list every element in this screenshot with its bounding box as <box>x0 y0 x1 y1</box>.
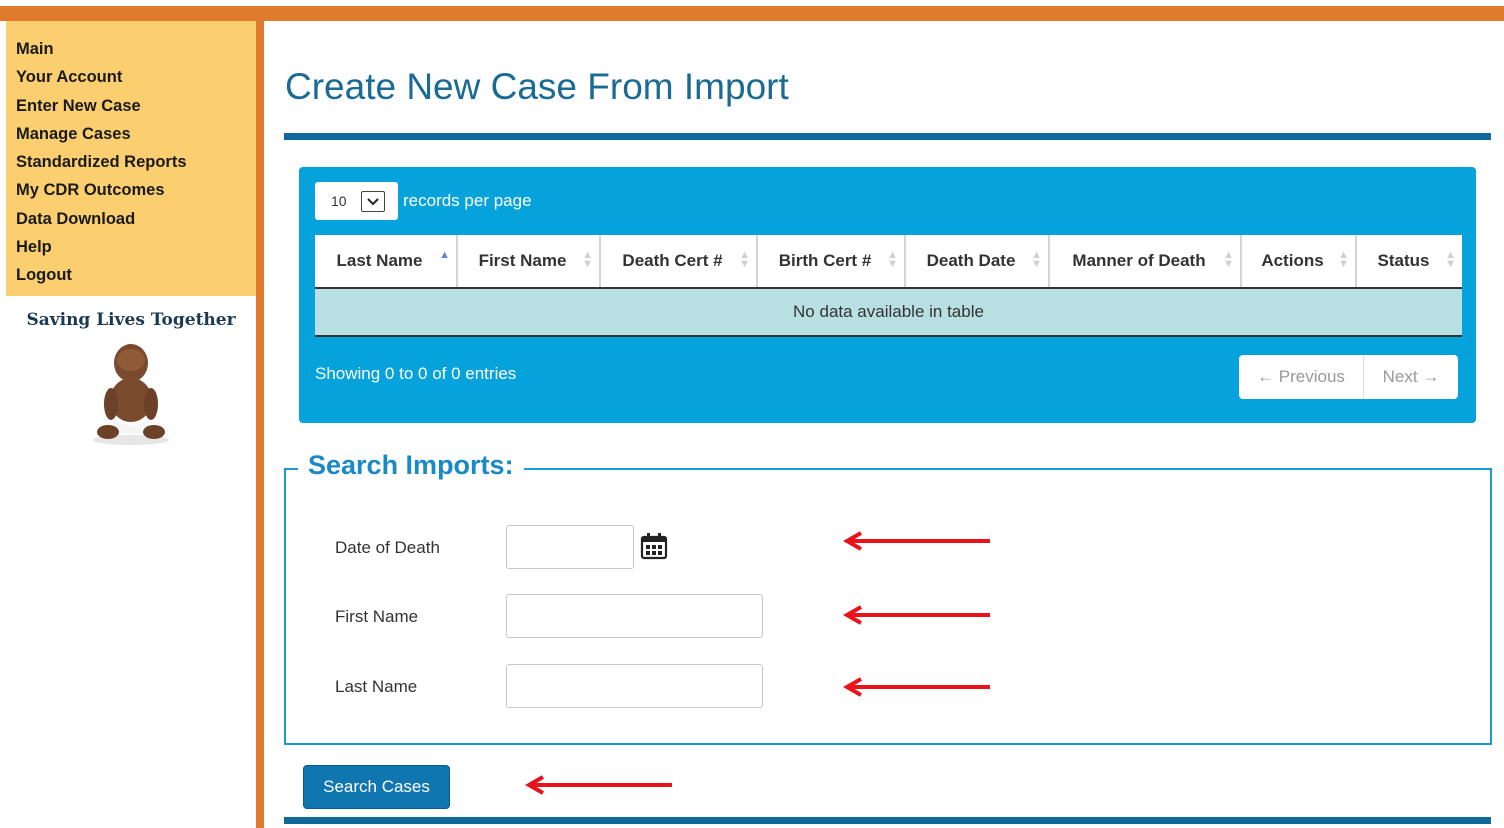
nav-logout[interactable]: Logout <box>16 261 256 289</box>
sidebar-divider <box>256 21 264 828</box>
cases-table: Last Name ▲ First Name ▲ ▼ Death Cert # ▲ ▼ B… <box>315 235 1462 337</box>
sort-icon: ▲ ▼ <box>887 249 898 270</box>
sort-icon: ▲ ▼ <box>1445 249 1456 270</box>
last-name-label: Last Name <box>335 677 418 696</box>
top-accent-bar <box>0 6 1504 21</box>
nav-standardized-reports[interactable]: Standardized Reports <box>16 148 256 176</box>
nav-your-account[interactable]: Your Account <box>16 63 256 91</box>
red-arrow-icon <box>843 531 990 551</box>
column-first-name[interactable]: First Name ▲ ▼ <box>457 235 601 289</box>
table-info: Showing 0 to 0 of 0 entries <box>315 364 517 383</box>
sort-icon: ▲ ▼ <box>582 249 593 270</box>
sort-icon: ▲ ▼ <box>1223 249 1234 270</box>
search-cases-button[interactable]: Search Cases <box>303 765 450 809</box>
sort-asc-icon: ▲ <box>439 249 450 261</box>
search-imports-legend: Search Imports: <box>298 450 524 481</box>
column-manner-of-death[interactable]: Manner of Death ▲ ▼ <box>1049 235 1242 289</box>
records-per-page-label: records per page <box>403 191 532 210</box>
previous-button[interactable]: ← Previous <box>1239 355 1364 399</box>
column-actions[interactable]: Actions ▲ ▼ <box>1241 235 1357 289</box>
title-rule <box>284 133 1491 140</box>
page-title: Create New Case From Import <box>285 66 789 107</box>
sort-icon: ▲ ▼ <box>1338 249 1349 270</box>
nav-data-download[interactable]: Data Download <box>16 205 256 233</box>
tagline: Saving Lives Together <box>26 310 236 330</box>
nav-help[interactable]: Help <box>16 233 256 261</box>
next-button[interactable]: Next → <box>1364 355 1458 399</box>
calendar-icon[interactable] <box>640 532 668 560</box>
column-death-cert[interactable]: Death Cert # ▲ ▼ <box>600 235 758 289</box>
nav-my-cdr-outcomes[interactable]: My CDR Outcomes <box>16 176 256 204</box>
column-last-name[interactable]: Last Name ▲ <box>315 235 458 289</box>
red-arrow-icon <box>843 677 990 697</box>
column-status[interactable]: Status ▲ ▼ <box>1356 235 1462 289</box>
records-per-page-value: 10 <box>331 193 347 209</box>
nav-manage-cases[interactable]: Manage Cases <box>16 120 256 148</box>
last-name-input[interactable] <box>506 664 763 708</box>
sidebar-nav: Main Your Account Enter New Case Manage … <box>6 21 256 296</box>
first-name-input[interactable] <box>506 594 763 638</box>
bottom-rule <box>284 817 1491 824</box>
red-arrow-icon <box>843 605 990 625</box>
sort-icon: ▲ ▼ <box>739 249 750 270</box>
date-of-death-input[interactable] <box>506 525 634 569</box>
red-arrow-icon <box>525 775 672 795</box>
date-of-death-label: Date of Death <box>335 538 440 557</box>
pagination: ← Previous Next → <box>1239 355 1458 399</box>
column-death-date[interactable]: Death Date ▲ ▼ <box>905 235 1050 289</box>
nav-main[interactable]: Main <box>16 35 256 63</box>
baby-image <box>86 338 176 448</box>
sidebar: Main Your Account Enter New Case Manage … <box>6 21 256 828</box>
first-name-label: First Name <box>335 607 419 626</box>
nav-enter-new-case[interactable]: Enter New Case <box>16 92 256 120</box>
column-birth-cert[interactable]: Birth Cert # ▲ ▼ <box>757 235 906 289</box>
chevron-down-icon[interactable] <box>361 191 385 212</box>
cases-table-panel: 10 records per page Last Name ▲ First Nam… <box>299 167 1476 423</box>
table-empty-message: No data available in table <box>315 288 1462 337</box>
sort-icon: ▲ ▼ <box>1031 249 1042 270</box>
records-per-page-select[interactable]: 10 <box>315 182 398 220</box>
